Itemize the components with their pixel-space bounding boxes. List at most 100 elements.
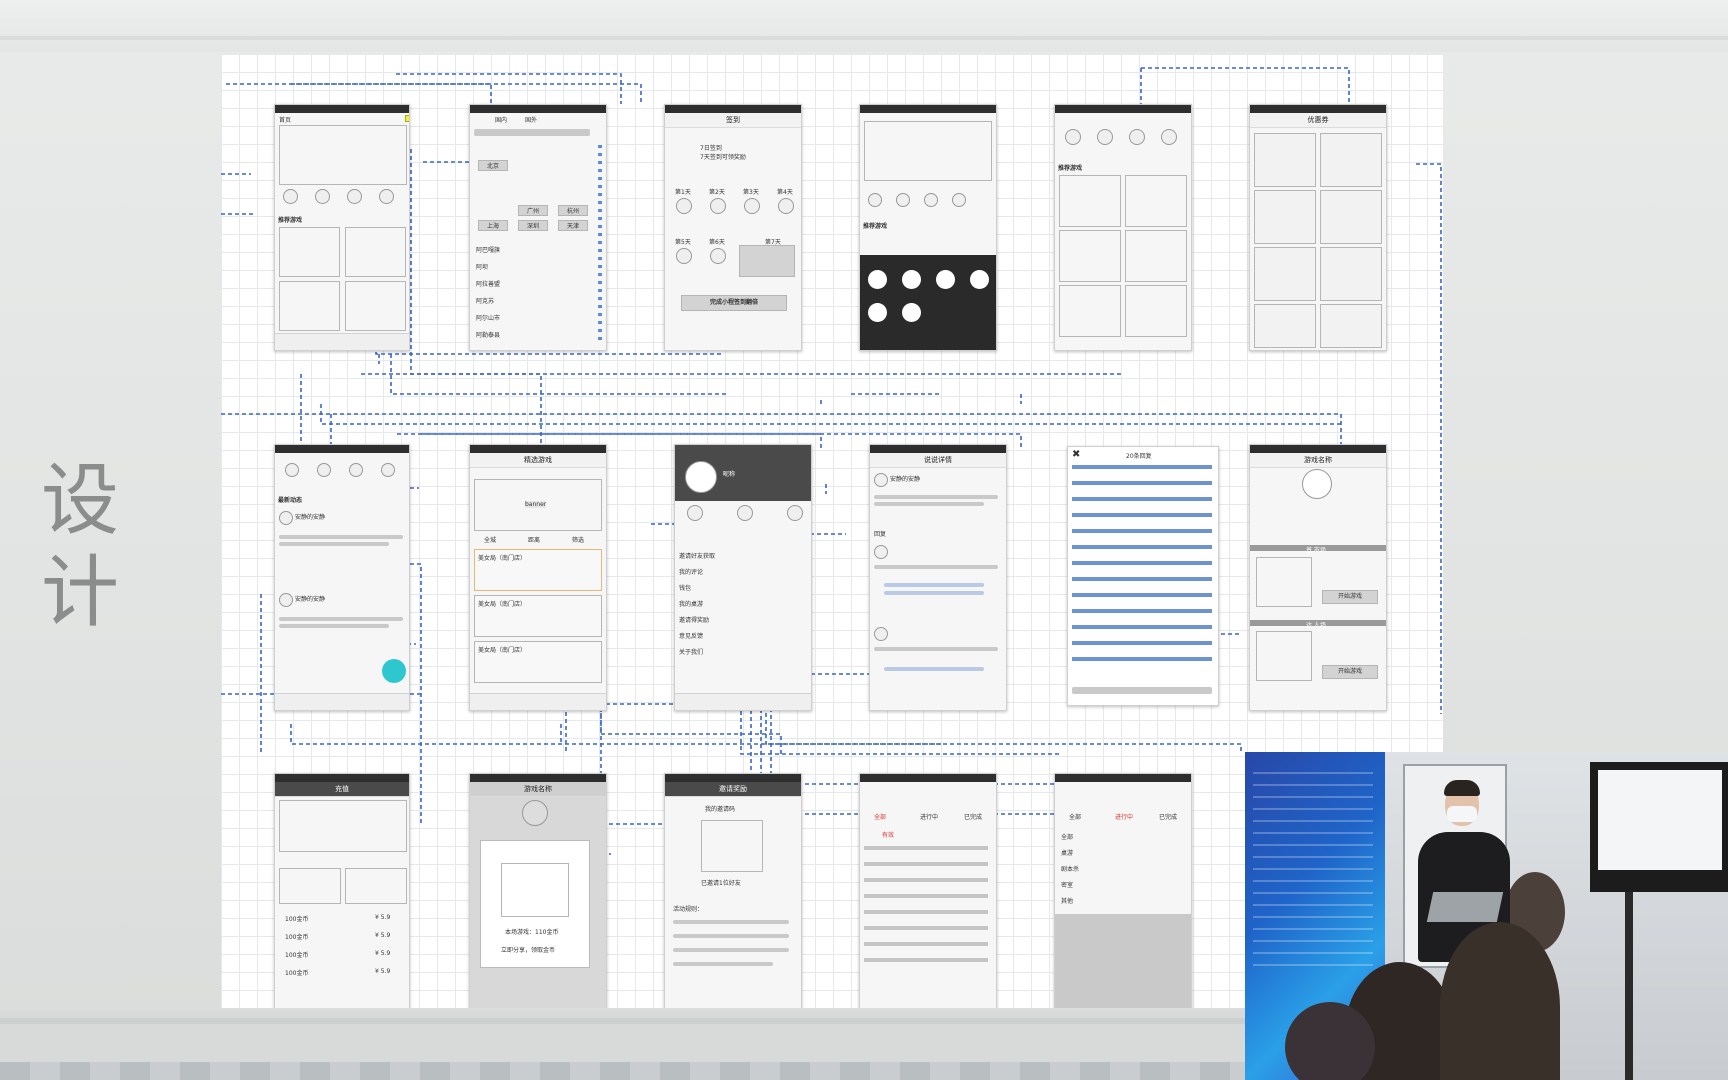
profile-menu-item[interactable]: 邀请得奖励 bbox=[679, 615, 709, 624]
order-row[interactable] bbox=[864, 894, 988, 898]
city-hot-2[interactable]: 广州 bbox=[518, 205, 548, 216]
feed-icon[interactable] bbox=[285, 463, 299, 477]
home-icon-2[interactable] bbox=[315, 189, 330, 204]
home-card-3[interactable] bbox=[279, 281, 340, 331]
comment-row[interactable] bbox=[1072, 609, 1212, 613]
coupon-card[interactable] bbox=[1254, 304, 1316, 348]
home-card-1[interactable] bbox=[279, 227, 340, 277]
order-row[interactable] bbox=[864, 862, 988, 866]
orders-tab[interactable]: 已完成 bbox=[964, 812, 982, 821]
filter-item[interactable]: 剧本杀 bbox=[1061, 864, 1079, 873]
city-hot-4[interactable]: 上海 bbox=[478, 220, 508, 231]
game-card[interactable] bbox=[1059, 230, 1121, 282]
share-moments-icon[interactable] bbox=[902, 270, 921, 289]
profile-menu-item[interactable]: 钱包 bbox=[679, 583, 691, 592]
share-wechat-icon[interactable] bbox=[868, 270, 887, 289]
filter-tab[interactable]: 已完成 bbox=[1159, 812, 1177, 821]
checkin-cta-button[interactable]: 完成小程签到翻倍 bbox=[681, 295, 787, 311]
order-row[interactable] bbox=[864, 878, 988, 882]
order-row[interactable] bbox=[864, 846, 988, 850]
fab-publish-button[interactable] bbox=[382, 659, 406, 683]
recharge-amount[interactable]: 100金币 bbox=[285, 968, 308, 977]
profile-stat[interactable] bbox=[737, 505, 753, 521]
share-qq-icon[interactable] bbox=[936, 270, 955, 289]
shop-filter[interactable]: 全城 bbox=[484, 535, 496, 544]
coupon-card[interactable] bbox=[1254, 133, 1316, 187]
game-card[interactable] bbox=[1125, 285, 1187, 337]
recharge-amount[interactable]: 100金币 bbox=[285, 914, 308, 923]
city-list-item[interactable]: 阿尔山市 bbox=[476, 313, 500, 322]
avatar[interactable] bbox=[874, 545, 888, 559]
feed-icon[interactable] bbox=[317, 463, 331, 477]
shop-filter[interactable]: 筛选 bbox=[572, 535, 584, 544]
profile-menu-item[interactable]: 邀请好友获取 bbox=[679, 551, 715, 560]
city-list-item[interactable]: 阿拉善盟 bbox=[476, 279, 500, 288]
alphabet-index[interactable] bbox=[598, 145, 602, 345]
comment-row[interactable] bbox=[1072, 561, 1212, 565]
feed-icon[interactable] bbox=[349, 463, 363, 477]
game-card[interactable] bbox=[1125, 175, 1187, 227]
coupon-card[interactable] bbox=[1320, 247, 1382, 301]
close-icon[interactable]: ✖ bbox=[1072, 449, 1080, 460]
comment-row[interactable] bbox=[1072, 625, 1212, 629]
games-icon[interactable] bbox=[1161, 129, 1177, 145]
city-hot-6[interactable]: 天津 bbox=[558, 220, 588, 231]
city-hot-5[interactable]: 深圳 bbox=[518, 220, 548, 231]
room-avatar[interactable] bbox=[1302, 469, 1332, 499]
comment-row[interactable] bbox=[1072, 529, 1212, 533]
coupon-card[interactable] bbox=[1320, 304, 1382, 348]
coupon-card[interactable] bbox=[1320, 190, 1382, 244]
games-icon[interactable] bbox=[1097, 129, 1113, 145]
share-weibo-icon[interactable] bbox=[868, 303, 887, 322]
city-tab-domestic[interactable]: 国内 bbox=[495, 115, 507, 124]
city-list-item[interactable]: 阿巴嘎旗 bbox=[476, 245, 500, 254]
games-icon[interactable] bbox=[1129, 129, 1145, 145]
coupon-card[interactable] bbox=[1320, 133, 1382, 187]
shop-filter[interactable]: 距离 bbox=[528, 535, 540, 544]
coupon-card[interactable] bbox=[1254, 190, 1316, 244]
city-list-item[interactable]: 阿勒泰县 bbox=[476, 330, 500, 339]
avatar[interactable] bbox=[279, 511, 293, 525]
city-hot-1[interactable]: 北京 bbox=[478, 160, 508, 171]
profile-stat[interactable] bbox=[787, 505, 803, 521]
avatar[interactable] bbox=[874, 627, 888, 641]
games-icon[interactable] bbox=[1065, 129, 1081, 145]
comment-row[interactable] bbox=[1072, 577, 1212, 581]
avatar[interactable] bbox=[279, 593, 293, 607]
overlay-icon[interactable] bbox=[952, 193, 966, 207]
city-hot-3[interactable]: 杭州 bbox=[558, 205, 588, 216]
share-copy-icon[interactable] bbox=[902, 303, 921, 322]
room-start-button[interactable]: 开始游戏 bbox=[1322, 590, 1378, 604]
filter-tab[interactable]: 全部 bbox=[1069, 812, 1081, 821]
game-card[interactable] bbox=[1059, 175, 1121, 227]
profile-menu-item[interactable]: 关于我们 bbox=[679, 647, 703, 656]
comment-row[interactable] bbox=[1072, 497, 1212, 501]
home-icon-4[interactable] bbox=[379, 189, 394, 204]
comment-input[interactable] bbox=[1072, 687, 1212, 694]
overlay-icon[interactable] bbox=[896, 193, 910, 207]
share-qzone-icon[interactable] bbox=[970, 270, 989, 289]
recharge-option[interactable] bbox=[279, 868, 341, 904]
filter-item[interactable]: 全部 bbox=[1061, 832, 1073, 841]
comment-row[interactable] bbox=[1072, 593, 1212, 597]
profile-menu-item[interactable]: 意见反馈 bbox=[679, 631, 703, 640]
overlay-icon[interactable] bbox=[868, 193, 882, 207]
order-row[interactable] bbox=[864, 926, 988, 930]
coupon-card[interactable] bbox=[1254, 247, 1316, 301]
home-icon-1[interactable] bbox=[283, 189, 298, 204]
orders-tab[interactable]: 全部 bbox=[874, 812, 886, 821]
order-row[interactable] bbox=[864, 942, 988, 946]
avatar[interactable] bbox=[874, 473, 888, 487]
home-search-label[interactable]: 首页 bbox=[279, 115, 291, 124]
city-search-input[interactable] bbox=[474, 129, 590, 136]
recharge-amount[interactable]: 100金币 bbox=[285, 932, 308, 941]
filter-tab[interactable]: 进行中 bbox=[1115, 812, 1133, 821]
comment-row[interactable] bbox=[1072, 545, 1212, 549]
comment-row[interactable] bbox=[1072, 657, 1212, 661]
home-card-2[interactable] bbox=[345, 227, 406, 277]
comment-row[interactable] bbox=[1072, 481, 1212, 485]
city-list-item[interactable]: 阿坝 bbox=[476, 262, 488, 271]
recharge-option[interactable] bbox=[345, 868, 407, 904]
home-card-4[interactable] bbox=[345, 281, 406, 331]
comment-row[interactable] bbox=[1072, 465, 1212, 469]
